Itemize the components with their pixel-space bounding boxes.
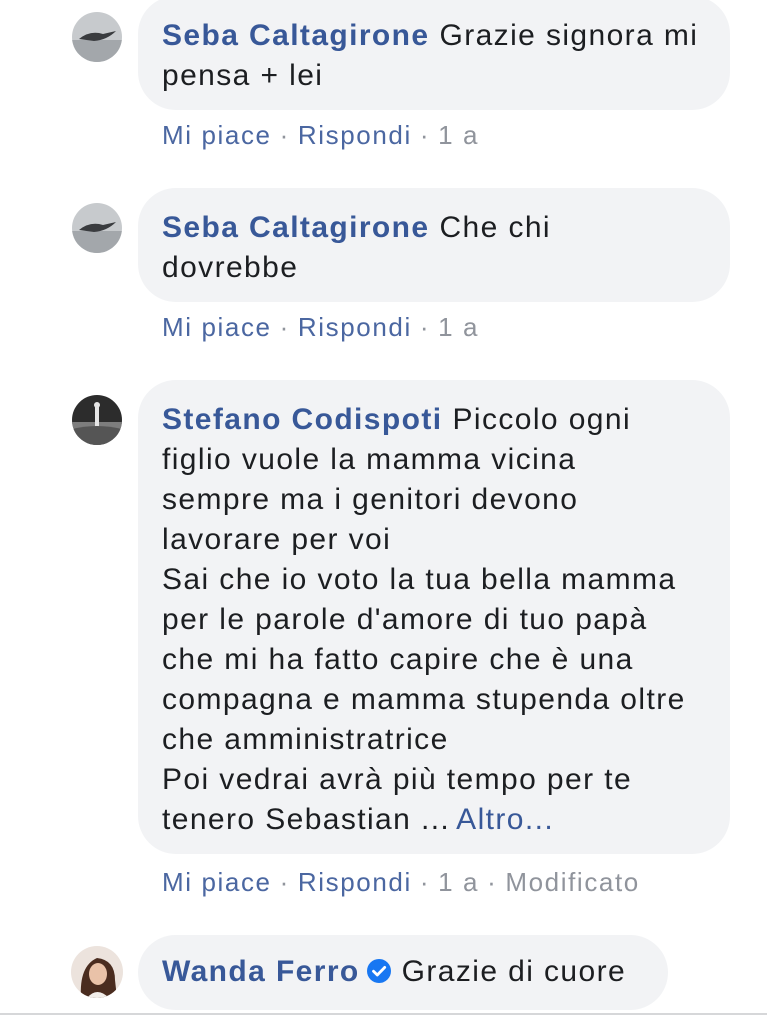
avatar-image (72, 12, 122, 62)
comment-bubble: Seba Caltagirone Grazie signora mi pensa … (138, 0, 730, 110)
edited-label[interactable]: Modificato (505, 867, 640, 897)
comment-text: Grazie di cuore (401, 955, 627, 988)
comment-text-line: per le parole d'amore di tuo papà (162, 603, 648, 636)
comment-text-line: figlio vuole la mamma vicina (162, 443, 577, 476)
comment-author[interactable]: Seba Caltagirone (162, 19, 429, 52)
avatar[interactable] (72, 395, 122, 445)
separator: · (419, 867, 431, 897)
comment-bubble: Seba Caltagirone Che chi dovrebbe (138, 188, 730, 302)
comment-text-line: che mi ha fatto capire che è una (162, 643, 634, 676)
see-more-link[interactable]: Altro... (456, 803, 554, 836)
comment-text-line: compagna e mamma stupenda oltre (162, 683, 686, 716)
like-button[interactable]: Mi piace (162, 120, 272, 150)
comment-text-line: Stefano Codispoti Piccolo ogni (162, 400, 706, 440)
comment-bubble: Stefano Codispoti Piccolo ogni figlio vuo… (138, 380, 730, 854)
timestamp[interactable]: 1 a (438, 312, 479, 342)
comment-text: Piccolo ogni (452, 403, 632, 436)
bottom-divider (0, 1013, 767, 1015)
comment-text-line: Seba Caltagirone Che chi (162, 208, 706, 248)
reply-button[interactable]: Rispondi (298, 120, 412, 150)
verified-badge-icon (366, 958, 392, 984)
avatar-image (72, 203, 122, 253)
comment-actions: Mi piace · Rispondi · 1 a (162, 312, 479, 342)
comment-text-line: che amministratrice (162, 723, 449, 756)
timestamp[interactable]: 1 a (438, 120, 479, 150)
timestamp[interactable]: 1 a (438, 867, 479, 897)
comment-author[interactable]: Stefano Codispoti (162, 403, 442, 436)
avatar[interactable] (72, 12, 122, 62)
comment-text-line: tenero Sebastian ... Altro... (162, 800, 706, 840)
avatar-image (72, 395, 122, 445)
comment-text-line: Sai che io voto la tua bella mamma (162, 563, 677, 596)
separator: · (487, 867, 498, 897)
separator: · (279, 120, 290, 150)
reply-button[interactable]: Rispondi (298, 312, 412, 342)
reply-button[interactable]: Rispondi (298, 867, 412, 897)
separator: · (419, 120, 431, 150)
comment-text-line: Seba Caltagirone Grazie signora mi (162, 16, 706, 56)
comment-text-line: dovrebbe (162, 251, 299, 284)
comment-text-line: pensa + lei (162, 59, 324, 92)
like-button[interactable]: Mi piace (162, 312, 272, 342)
comment-text-line: Wanda Ferro Grazie di cuore (162, 952, 644, 992)
comment-actions: Mi piace · Rispondi · 1 a · Modificato (162, 867, 640, 897)
separator: · (279, 312, 290, 342)
like-button[interactable]: Mi piace (162, 867, 272, 897)
avatar[interactable] (72, 203, 122, 253)
comment-author[interactable]: Seba Caltagirone (162, 211, 429, 244)
comment-actions: Mi piace · Rispondi · 1 a (162, 120, 479, 150)
comment-text: Grazie signora mi (439, 19, 699, 52)
comment-text-line: lavorare per voi (162, 523, 392, 556)
comment-text-line: Poi vedrai avrà più tempo per te (162, 763, 633, 796)
comment-text: tenero Sebastian ... (162, 803, 451, 836)
separator: · (279, 867, 290, 897)
separator: · (419, 312, 431, 342)
avatar[interactable] (71, 946, 123, 998)
comment-author[interactable]: Wanda Ferro (162, 955, 360, 988)
avatar-image (71, 946, 123, 998)
comment-text-line: sempre ma i genitori devono (162, 483, 579, 516)
comment-text: Che chi (439, 211, 551, 244)
comment-bubble: Wanda Ferro Grazie di cuore (138, 935, 668, 1010)
